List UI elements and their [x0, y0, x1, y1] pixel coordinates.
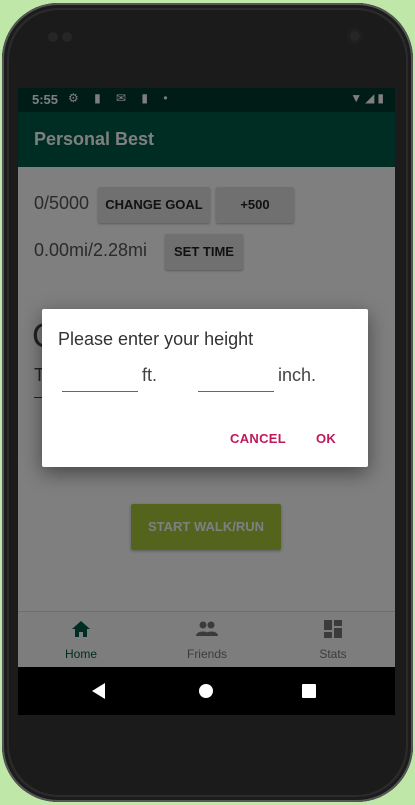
- feet-unit-label: ft.: [142, 365, 158, 385]
- sensor-dot-icon: [62, 32, 72, 42]
- device-screen: 5:55 ⚙ ▮ ✉ ▮ • ▼◢▮ Personal Best 0/5000 …: [18, 88, 395, 715]
- recents-icon[interactable]: [302, 684, 316, 698]
- inch-unit-label: inch.: [278, 365, 317, 385]
- sensor-dot-icon: [48, 32, 58, 42]
- cancel-button[interactable]: CANCEL: [230, 431, 286, 446]
- dialog-prompt: Please enter your height: [58, 329, 254, 349]
- front-camera-icon: [347, 28, 363, 44]
- inch-input[interactable]: [198, 363, 274, 392]
- back-icon[interactable]: [92, 683, 105, 699]
- feet-input[interactable]: [62, 363, 138, 392]
- height-dialog: Please enter your height ft. inch. CANCE…: [42, 309, 368, 467]
- home-circle-icon[interactable]: [199, 684, 213, 698]
- ok-button[interactable]: OK: [316, 431, 336, 446]
- system-navigation-bar: [18, 667, 395, 715]
